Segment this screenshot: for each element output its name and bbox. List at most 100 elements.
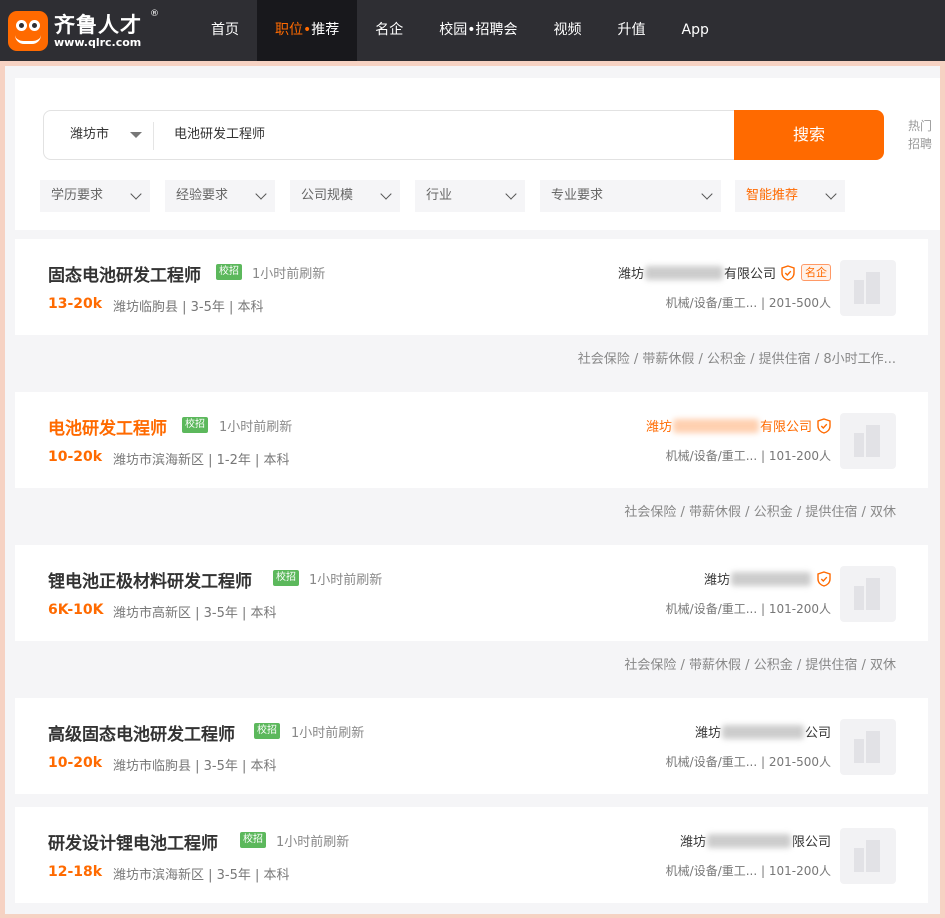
search-button[interactable]: 搜索 <box>734 110 884 160</box>
nav-label: App <box>681 22 709 38</box>
filter-label: 专业要求 <box>551 188 604 203</box>
job-title[interactable]: 研发设计锂电池工程师 <box>48 829 218 854</box>
job-main: 高级固态电池研发工程师 校招 1小时前刷新 10-20k 潍坊市临朐县 | 3-… <box>15 698 928 794</box>
site-logo[interactable]: 齐鲁人才 ® www.qlrc.com <box>6 9 166 53</box>
redacted-text <box>731 571 811 586</box>
company-logo-placeholder-icon[interactable] <box>840 260 896 316</box>
logo-url: www.qlrc.com <box>54 36 142 49</box>
frog-logo-icon <box>8 11 48 51</box>
company-logo-placeholder-icon[interactable] <box>840 828 896 884</box>
filter-label: 经验要求 <box>176 188 229 203</box>
job-main: 锂电池正极材料研发工程师 校招 1小时前刷新 6K-10K 潍坊市高新区 | 3… <box>15 545 928 641</box>
job-title[interactable]: 固态电池研发工程师 <box>48 261 201 286</box>
chevron-down-icon <box>255 188 267 200</box>
company-info: 机械/设备/重工... | 201-500人 <box>665 296 831 310</box>
job-main: 固态电池研发工程师 校招 1小时前刷新 13-20k 潍坊临朐县 | 3-5年 … <box>15 239 928 335</box>
caret-down-icon[interactable] <box>130 132 142 138</box>
job-main: 研发设计锂电池工程师 校招 1小时前刷新 12-18k 潍坊市滨海新区 | 3-… <box>15 807 928 903</box>
famous-company-badge: 名企 <box>801 264 831 281</box>
search-input[interactable]: 电池研发工程师 <box>174 111 265 159</box>
company-info: 机械/设备/重工... | 101-200人 <box>665 449 831 463</box>
nav-home[interactable]: 首页 <box>193 0 257 61</box>
nav-upgrade[interactable]: 升值 <box>600 0 664 61</box>
job-card[interactable]: 高级固态电池研发工程师 校招 1小时前刷新 10-20k 潍坊市临朐县 | 3-… <box>15 698 928 794</box>
job-welfare-bar: 社会保险 / 带薪休假 / 公积金 / 提供住宿 / 8小时工作... <box>15 335 928 378</box>
nav-label-second: 推荐 <box>311 22 340 38</box>
filter-education[interactable]: 学历要求 <box>40 180 150 212</box>
verified-shield-icon <box>781 264 795 281</box>
job-title[interactable]: 锂电池正极材料研发工程师 <box>48 567 252 592</box>
job-card[interactable]: 固态电池研发工程师 校招 1小时前刷新 13-20k 潍坊临朐县 | 3-5年 … <box>15 239 928 378</box>
company-name[interactable]: 潍坊 有限公司 名企 <box>618 263 831 282</box>
filter-industry[interactable]: 行业 <box>415 180 525 212</box>
company-info: 机械/设备/重工... | 101-200人 <box>665 602 831 616</box>
company-logo-placeholder-icon[interactable] <box>840 719 896 775</box>
nav-label: 校园•招聘会 <box>439 22 518 38</box>
job-welfare-bar: 社会保险 / 带薪休假 / 公积金 / 提供住宿 / 双休 <box>15 488 928 531</box>
verified-shield-icon <box>817 417 831 434</box>
nav-label: 名企 <box>375 22 404 38</box>
job-title[interactable]: 电池研发工程师 <box>48 414 167 439</box>
logo-name: 齐鲁人才 <box>54 13 142 37</box>
chevron-down-icon <box>701 188 713 200</box>
job-title[interactable]: 高级固态电池研发工程师 <box>48 720 235 745</box>
filter-major[interactable]: 专业要求 <box>540 180 721 212</box>
nav-famous-companies[interactable]: 名企 <box>357 0 421 61</box>
filter-company-size[interactable]: 公司规模 <box>290 180 400 212</box>
nav-label: 升值 <box>617 22 646 38</box>
company-name[interactable]: 潍坊 <box>704 569 831 588</box>
filter-smart-sort[interactable]: 智能推荐 <box>735 180 845 212</box>
nav-jobs[interactable]: 职位•推荐 <box>257 0 358 61</box>
company-info: 机械/设备/重工... | 201-500人 <box>665 755 831 769</box>
redacted-text <box>672 418 759 433</box>
hot-searches[interactable]: 热门 招聘 <box>908 117 940 153</box>
content-frame: 潍坊市 电池研发工程师 搜索 热门 招聘 学历要求 经验要求 公司规模 行业 专… <box>5 66 940 914</box>
company-logo-placeholder-icon[interactable] <box>840 566 896 622</box>
verified-shield-icon <box>817 570 831 587</box>
job-meta: 潍坊临朐县 | 3-5年 | 本科 <box>113 300 264 315</box>
filter-label: 公司规模 <box>301 188 354 203</box>
nav-label: 职位 <box>275 22 303 38</box>
refresh-time: 1小时前刷新 <box>219 420 293 435</box>
company-name[interactable]: 潍坊 有限公司 <box>646 416 831 435</box>
refresh-time: 1小时前刷新 <box>276 835 350 850</box>
salary: 12-18k <box>48 864 103 880</box>
job-card[interactable]: 研发设计锂电池工程师 校招 1小时前刷新 12-18k 潍坊市滨海新区 | 3-… <box>15 807 928 903</box>
company-prefix: 潍坊 <box>679 835 706 850</box>
chevron-down-icon <box>505 188 517 200</box>
company-suffix: 公司 <box>804 726 831 741</box>
refresh-time: 1小时前刷新 <box>309 573 383 588</box>
welfare-tags: 社会保险 / 带薪休假 / 公积金 / 提供住宿 / 8小时工作... <box>577 352 896 367</box>
logo-registered-mark: ® <box>150 9 159 19</box>
main-nav: 首页 职位•推荐 名企 校园•招聘会 视频 升值 App <box>193 0 727 61</box>
company-name[interactable]: 潍坊 公司 <box>695 722 831 741</box>
company-name[interactable]: 潍坊 限公司 <box>680 831 831 850</box>
hot-label: 热门 <box>908 119 933 133</box>
nav-campus[interactable]: 校园•招聘会 <box>421 0 535 61</box>
nav-app[interactable]: App <box>664 0 727 61</box>
job-card[interactable]: 锂电池正极材料研发工程师 校招 1小时前刷新 6K-10K 潍坊市高新区 | 3… <box>15 545 928 684</box>
nav-video[interactable]: 视频 <box>536 0 600 61</box>
filter-label: 行业 <box>426 188 453 203</box>
company-prefix: 潍坊 <box>703 573 730 588</box>
filter-experience[interactable]: 经验要求 <box>165 180 275 212</box>
company-logo-placeholder-icon[interactable] <box>840 413 896 469</box>
company-info: 机械/设备/重工... | 101-200人 <box>665 864 831 878</box>
search-panel: 潍坊市 电池研发工程师 搜索 热门 招聘 学历要求 经验要求 公司规模 行业 专… <box>15 78 940 230</box>
job-meta: 潍坊市滨海新区 | 3-5年 | 本科 <box>113 868 290 883</box>
nav-label: 首页 <box>211 22 239 38</box>
redacted-text <box>721 724 804 739</box>
job-card[interactable]: 电池研发工程师 校招 1小时前刷新 10-20k 潍坊市滨海新区 | 1-2年 … <box>15 392 928 531</box>
refresh-time: 1小时前刷新 <box>252 267 326 282</box>
salary: 10-20k <box>48 755 103 771</box>
campus-badge: 校招 <box>240 832 266 848</box>
divider <box>153 122 154 150</box>
filter-label: 智能推荐 <box>746 188 799 203</box>
campus-badge: 校招 <box>216 264 242 280</box>
company-prefix: 潍坊 <box>617 267 644 282</box>
salary: 13-20k <box>48 296 103 312</box>
redacted-text <box>644 265 723 280</box>
city-label: 潍坊市 <box>70 127 110 142</box>
search-box: 潍坊市 电池研发工程师 搜索 <box>43 110 884 160</box>
hot-label: 招聘 <box>908 137 933 151</box>
